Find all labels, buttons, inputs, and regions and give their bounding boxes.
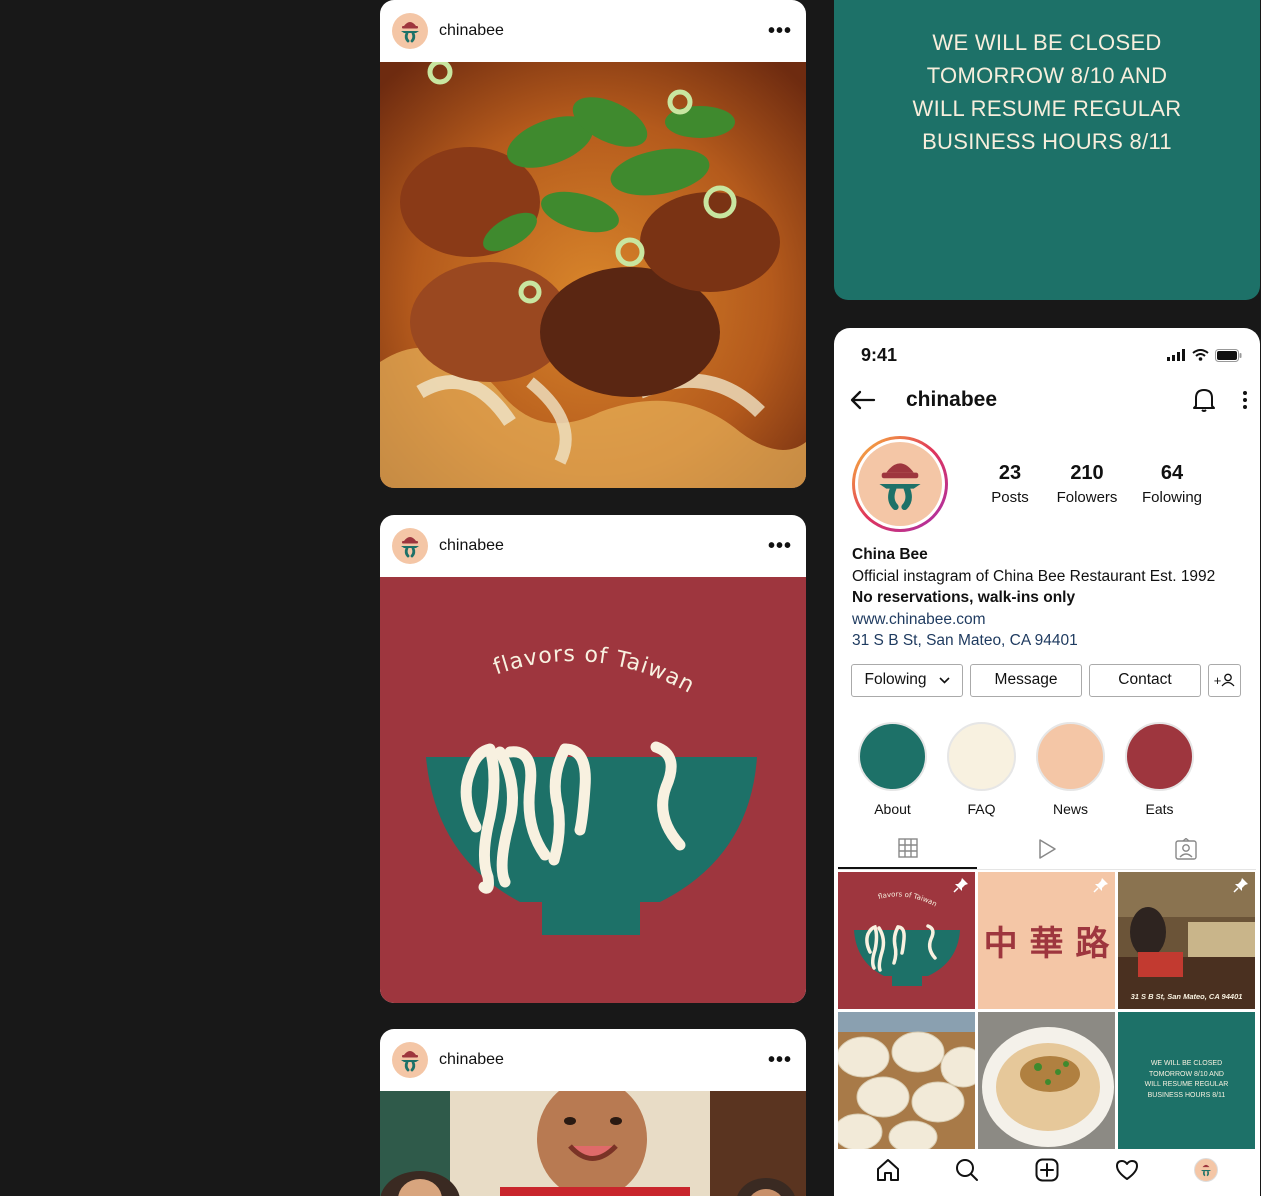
graphic-title: flavors of Taiwan	[490, 642, 698, 699]
china-bee-logo-icon	[879, 463, 921, 511]
message-button[interactable]: Message	[970, 663, 1082, 697]
grid-post-noodle-bowl[interactable]	[978, 1011, 1115, 1149]
more-options-icon[interactable]: •••	[768, 21, 792, 41]
bio-address-link[interactable]: 31 S B St, San Mateo, CA 94401	[852, 630, 1242, 652]
closure-notice-text: WE WILL BE CLOSED TOMORROW 8/10 AND WILL…	[912, 30, 1182, 154]
profile-nav-bar: chinabee	[834, 382, 1260, 418]
highlight-faq[interactable]: FAQ	[937, 721, 1026, 817]
grid-notice-text: WE WILL BE CLOSED TOMORROW 8/10 AND WILL…	[1144, 1060, 1229, 1099]
china-bee-logo-icon	[401, 1051, 419, 1072]
stat-posts[interactable]: 23 Posts	[978, 462, 1042, 506]
post-header: chinabee •••	[380, 1029, 806, 1091]
status-time: 9:41	[861, 344, 898, 365]
feed-post-3: chinabee •••	[380, 1029, 806, 1196]
feed-post-1: chinabee •••	[380, 0, 806, 488]
arrow-left-icon[interactable]	[850, 390, 876, 410]
wifi-icon	[1192, 349, 1209, 361]
highlight-news[interactable]: News	[1026, 721, 1115, 817]
bell-icon[interactable]	[1192, 387, 1216, 413]
contact-button[interactable]: Contact	[1089, 663, 1201, 697]
tagged-icon	[1175, 837, 1198, 860]
tab-tagged[interactable]	[1117, 829, 1256, 869]
highlight-about[interactable]: About	[848, 721, 937, 817]
profile-bio: China Bee Official instagram of China Be…	[834, 544, 1260, 652]
more-options-icon[interactable]: •••	[768, 536, 792, 556]
chevron-down-icon	[938, 676, 950, 684]
post-header: chinabee •••	[380, 515, 806, 577]
battery-icon	[1215, 348, 1242, 362]
profile-tabs	[838, 829, 1256, 870]
svg-text:flavors of Taiwan: flavors of Taiwan	[490, 642, 699, 699]
more-vertical-icon[interactable]	[1242, 390, 1248, 410]
person-icon	[1221, 673, 1235, 687]
post-username[interactable]: chinabee	[439, 22, 768, 40]
profile-username: chinabee	[906, 388, 998, 411]
grid-chinese-text: 中 華 路	[983, 923, 1110, 964]
pin-icon	[1233, 877, 1248, 893]
post-header: chinabee •••	[380, 0, 806, 62]
stat-followers[interactable]: 210 Folowers	[1048, 462, 1126, 506]
bio-note: No reservations, walk-ins only	[852, 589, 1076, 606]
pin-icon	[1093, 877, 1108, 893]
new-post-icon[interactable]	[1035, 1158, 1059, 1182]
tab-reels[interactable]	[977, 829, 1116, 869]
profile-header: 23 Posts 210 Folowers 64 Folowing	[834, 436, 1260, 532]
pin-icon	[953, 877, 968, 893]
profile-avatar[interactable]	[852, 436, 948, 532]
signal-icon	[1167, 349, 1185, 361]
post-username[interactable]: chinabee	[439, 537, 768, 555]
china-bee-logo-icon	[401, 22, 419, 43]
bio-name: China Bee	[852, 546, 928, 563]
post-image-flavors-of-taiwan[interactable]: flavors of Taiwan	[380, 577, 806, 1003]
grid-post-closure-notice[interactable]: WE WILL BE CLOSED TOMORROW 8/10 AND WILL…	[1118, 1011, 1255, 1149]
china-bee-logo-icon	[1201, 1164, 1212, 1177]
grid-post-dumplings[interactable]	[838, 1011, 975, 1149]
tab-grid[interactable]	[838, 829, 978, 869]
post-username[interactable]: chinabee	[439, 1051, 768, 1069]
bio-description: Official instagram of China Bee Restaura…	[852, 567, 1216, 585]
china-bee-logo-icon	[401, 537, 419, 558]
heart-icon[interactable]	[1115, 1158, 1139, 1182]
stat-following[interactable]: 64 Folowing	[1131, 462, 1213, 506]
reels-icon	[1039, 838, 1056, 859]
grid-address-caption: 31 S B St, San Mateo, CA 94401	[1130, 991, 1243, 1001]
staff-portrait-photo	[380, 1091, 806, 1196]
grid-post-restaurant-interior[interactable]: 31 S B St, San Mateo, CA 94401	[1118, 871, 1255, 1009]
profile-action-buttons: Folowing Message Contact +	[834, 663, 1260, 697]
profile-icon[interactable]	[1194, 1158, 1219, 1182]
svg-text:flavors of Taiwan: flavors of Taiwan	[877, 890, 938, 908]
home-icon[interactable]	[876, 1158, 900, 1182]
more-options-icon[interactable]: •••	[768, 1050, 792, 1070]
post-image-staff-portrait[interactable]	[380, 1091, 806, 1196]
status-bar: 9:41	[834, 328, 1260, 382]
add-user-button[interactable]: +	[1208, 663, 1241, 697]
grid-icon	[897, 837, 918, 858]
search-icon[interactable]	[955, 1158, 979, 1182]
avatar[interactable]	[392, 1042, 428, 1078]
instagram-profile-screen: 9:41 chinabee 23 Posts 210 Folowers 64 F…	[834, 328, 1260, 1196]
following-button[interactable]: Folowing	[851, 663, 963, 697]
closure-notice-post[interactable]: WE WILL BE CLOSED TOMORROW 8/10 AND WILL…	[834, 0, 1260, 300]
post-image-noodle-soup[interactable]	[380, 62, 806, 488]
highlight-eats[interactable]: Eats	[1115, 721, 1204, 817]
feed-post-2: chinabee ••• flavors of Taiwan	[380, 515, 806, 1003]
bottom-nav-bar	[834, 1144, 1260, 1196]
story-highlights: About FAQ News Eats	[834, 721, 1260, 817]
avatar[interactable]	[392, 13, 428, 49]
bio-website-link[interactable]: www.chinabee.com	[852, 609, 1242, 631]
posts-grid: flavors of Taiwan 中 華 路 31 S B St, San M…	[834, 871, 1260, 1149]
noodle-soup-photo	[380, 62, 806, 488]
grid-post-chinese-street[interactable]: 中 華 路	[978, 871, 1115, 1009]
flavors-of-taiwan-graphic: flavors of Taiwan	[426, 642, 757, 935]
avatar[interactable]	[392, 528, 428, 564]
noodle-bowl-photo	[978, 1011, 1115, 1149]
dumplings-photo	[838, 1011, 975, 1149]
grid-post-flavors[interactable]: flavors of Taiwan	[838, 871, 975, 1009]
